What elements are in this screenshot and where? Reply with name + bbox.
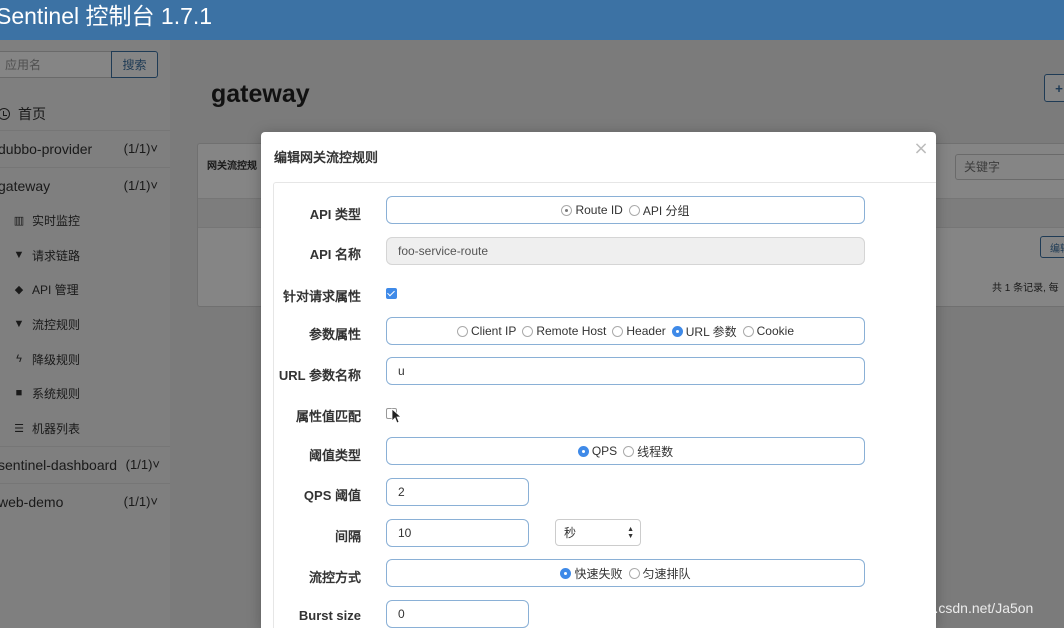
param-attr-label: 参数属性 (308, 327, 361, 342)
sidebar-app-web-demo[interactable]: web-demo (1/1)˅ (0, 483, 170, 519)
chevron-down-icon: ˅ (150, 494, 158, 509)
radio-icon (623, 445, 635, 457)
sidebar-item-system-rules[interactable]: ■ 系统规则 (12, 376, 80, 410)
records-count: 共 1 条记录, 每 (992, 283, 1059, 294)
watermark: https://blog.csdn.net/Ja5on (866, 600, 1034, 616)
app-name: web-demo (0, 493, 64, 510)
brand-title[interactable]: Sentinel 控制台 1.7.1 (0, 4, 212, 28)
request-attr-checkbox[interactable] (386, 288, 397, 299)
radio-icon (577, 445, 589, 457)
radio-url-param[interactable]: URL 参数 (671, 323, 737, 340)
mouse-cursor-icon (391, 408, 401, 424)
url-param-name-input[interactable] (386, 357, 865, 385)
app-search-input[interactable] (0, 51, 112, 78)
api-type-radio-group: Route ID API 分组 (386, 196, 865, 224)
radio-icon (628, 204, 640, 216)
radio-uniform-queue[interactable]: 匀速排队 (628, 565, 691, 582)
api-type-label: API 类型 (309, 207, 361, 222)
page-title: gateway (211, 80, 310, 108)
filter-icon: ▼ (13, 318, 25, 330)
sidebar-item-flow-rules[interactable]: ▼ 流控规则 (12, 307, 80, 341)
list-icon: ☰ (14, 422, 24, 435)
threshold-type-label: 阈值类型 (308, 448, 361, 463)
radio-fast-fail[interactable]: 快速失败 (560, 565, 623, 582)
app-name: sentinel-dashboard (0, 456, 118, 473)
radio-qps[interactable]: QPS (577, 444, 617, 458)
url-param-name-label: URL 参数名称 (278, 368, 361, 383)
radio-client-ip[interactable]: Client IP (456, 324, 516, 338)
tags-icon: ◆ (14, 283, 24, 296)
app-count: (1/1)˅ (125, 457, 160, 472)
dialog-title: 编辑网关流控规则 (274, 150, 379, 165)
bar-chart-icon: ▥ (13, 214, 25, 227)
keyword-input[interactable] (955, 154, 1064, 180)
close-icon[interactable]: × (913, 138, 929, 159)
radio-cookie[interactable]: Cookie (742, 324, 794, 338)
app-count: (1/1)˅ (123, 141, 158, 156)
app-count: (1/1)˅ (123, 178, 158, 193)
top-bar: Sentinel 控制台 1.7.1 (0, 0, 1064, 40)
search-button[interactable]: 搜索 (111, 51, 158, 78)
threshold-type-radio-group: QPS 线程数 (386, 437, 865, 465)
interval-label: 间隔 (334, 529, 361, 544)
param-attr-radio-group: Client IP Remote Host Header URL 参数 Cook… (386, 317, 865, 345)
chevron-down-icon: ˅ (150, 178, 158, 193)
burst-size-input[interactable] (386, 600, 529, 628)
sidebar-item-realtime-monitor[interactable]: ▥ 实时监控 (12, 203, 80, 237)
radio-icon (612, 325, 624, 337)
radio-icon (561, 204, 573, 216)
radio-route-id[interactable]: Route ID (561, 203, 623, 217)
dashboard-icon (0, 108, 10, 120)
lock-icon: ■ (15, 387, 23, 399)
sidebar-item-home[interactable]: 首页 (0, 98, 170, 130)
interval-unit-select[interactable]: 秒 ▲ ▼ (555, 519, 641, 546)
panel-title: 网关流控规 (207, 161, 257, 172)
sidebar-item-machine-list[interactable]: ☰ 机器列表 (12, 411, 80, 445)
flash-icon: ϟ (16, 353, 22, 365)
interval-input[interactable] (386, 519, 529, 547)
app-name: dubbo-provider (0, 140, 93, 157)
radio-icon (628, 567, 640, 579)
sidebar-app-dubbo-provider[interactable]: dubbo-provider (1/1)˅ (0, 130, 170, 166)
radio-icon (522, 325, 534, 337)
radio-icon (671, 325, 683, 337)
radio-api-group[interactable]: API 分组 (628, 202, 690, 219)
radio-icon (456, 325, 468, 337)
radio-icon (742, 325, 754, 337)
sidebar: 搜索 首页 dubbo-provider (1/1)˅ gateway (1/1… (0, 40, 170, 628)
sidebar-item-degrade-rules[interactable]: ϟ 降级规则 (12, 342, 80, 376)
edit-gateway-flow-rule-dialog: 编辑网关流控规则 × API 类型 Route ID API 分组 API 名称… (261, 132, 936, 628)
api-name-label: API 名称 (309, 247, 361, 262)
sidebar-app-gateway[interactable]: gateway (1/1)˅ (0, 167, 170, 203)
radio-icon (560, 567, 572, 579)
sidebar-item-api-management[interactable]: ◆ API 管理 (12, 272, 79, 306)
flow-mode-label: 流控方式 (308, 570, 361, 585)
radio-header[interactable]: Header (612, 324, 666, 338)
sidebar-item-request-chain[interactable]: ▼ 请求链路 (12, 238, 80, 272)
request-attr-label: 针对请求属性 (282, 289, 361, 304)
sidebar-item-label: 首页 (18, 106, 46, 122)
radio-remote-host[interactable]: Remote Host (522, 324, 606, 338)
app-name: gateway (0, 177, 51, 194)
select-arrows-icon: ▲ ▼ (627, 526, 634, 540)
add-rule-button[interactable]: + (1044, 74, 1064, 102)
chevron-down-icon: ˅ (152, 457, 160, 472)
app-count: (1/1)˅ (123, 494, 158, 509)
api-name-input[interactable] (386, 237, 865, 265)
app-search: 搜索 (0, 51, 160, 79)
edit-rule-button[interactable]: 编辑 (1040, 236, 1064, 258)
filter-icon: ▼ (13, 249, 25, 261)
attr-match-label: 属性值匹配 (295, 409, 361, 424)
radio-thread-count[interactable]: 线程数 (623, 443, 673, 460)
chevron-down-icon: ˅ (150, 141, 158, 156)
qps-threshold-input[interactable] (386, 478, 529, 506)
burst-size-label: Burst size (298, 608, 361, 623)
sidebar-app-sentinel-dashboard[interactable]: sentinel-dashboard (1/1)˅ (0, 446, 170, 482)
flow-mode-radio-group: 快速失败 匀速排队 (386, 559, 865, 587)
qps-threshold-label: QPS 阈值 (303, 488, 361, 503)
